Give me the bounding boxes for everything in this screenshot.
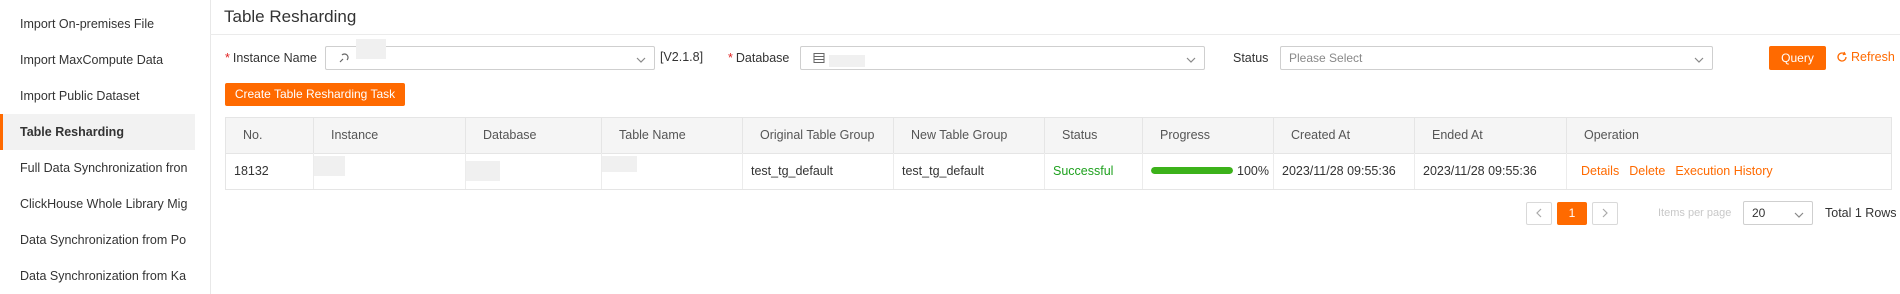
status-label: Status	[1233, 51, 1269, 65]
sidebar-item-full-data-synchronization[interactable]: Full Data Synchronization fron	[0, 150, 195, 186]
chevron-down-icon	[636, 53, 646, 63]
database-label-text: Database	[735, 51, 790, 65]
sidebar-item-data-sync-from-ka[interactable]: Data Synchronization from Ka	[0, 258, 195, 294]
cell-database	[466, 153, 602, 189]
required-mark: *	[225, 51, 230, 65]
cell-original-table-group: test_tg_default	[743, 153, 894, 189]
next-page-button[interactable]	[1592, 202, 1618, 225]
sidebar-item-clickhouse-migration[interactable]: ClickHouse Whole Library Mig	[0, 186, 195, 222]
refresh-button[interactable]: Refresh	[1836, 50, 1895, 64]
column-header-ended-at: Ended At	[1415, 118, 1567, 153]
progress-label: 100%	[1237, 164, 1269, 178]
previous-page-button[interactable]	[1526, 202, 1552, 225]
sidebar-item-table-resharding[interactable]: Table Resharding	[0, 114, 195, 150]
instance-name-select[interactable]	[325, 39, 655, 70]
details-link[interactable]: Details	[1581, 164, 1619, 178]
column-header-operation: Operation	[1584, 128, 1639, 142]
total-rows: Total 1 Rows	[1825, 206, 1897, 220]
instance-name-label-text: Instance Name	[232, 51, 317, 65]
chevron-left-icon	[1536, 208, 1542, 218]
chevron-down-icon	[1694, 53, 1704, 63]
column-header-status: Status	[1045, 118, 1143, 153]
refresh-label: Refresh	[1851, 50, 1895, 64]
column-header-original-table-group: Original Table Group	[743, 118, 894, 153]
chevron-down-icon	[1186, 53, 1196, 63]
column-header-new-table-group: New Table Group	[894, 118, 1045, 153]
instance-name-value-redacted	[356, 39, 386, 59]
cell-new-table-group: test_tg_default	[894, 153, 1045, 189]
cell-progress: 100%	[1143, 153, 1274, 189]
chevron-down-icon	[1794, 208, 1804, 223]
create-table-resharding-task-button[interactable]: Create Table Resharding Task	[225, 83, 405, 106]
status-placeholder: Please Select	[1289, 51, 1363, 65]
cell-table-name	[602, 153, 743, 189]
column-header-progress: Progress	[1143, 118, 1274, 153]
table-header: No. Instance Database Table Name Origina…	[226, 118, 1891, 154]
cell-operation: Details Delete Execution History	[1567, 153, 1891, 189]
column-header-table-name: Table Name	[602, 118, 743, 153]
cell-status: Successful	[1045, 153, 1143, 189]
chevron-right-icon	[1602, 208, 1608, 218]
items-per-page-label: Items per page	[1658, 207, 1732, 219]
sidebar-item-import-maxcompute-data[interactable]: Import MaxCompute Data	[0, 42, 195, 78]
database-value-redacted	[466, 161, 500, 181]
progress-bar	[1151, 167, 1233, 174]
instance-value-redacted	[314, 156, 345, 176]
title-divider	[210, 34, 1900, 35]
database-select[interactable]	[800, 46, 1205, 70]
page-size-value: 20	[1752, 206, 1766, 220]
sidebar-item-data-sync-from-po[interactable]: Data Synchronization from Po	[0, 222, 195, 258]
cell-ended-at: 2023/11/28 09:55:36	[1415, 153, 1567, 189]
database-icon	[813, 52, 825, 64]
instance-version: [V2.1.8]	[660, 50, 704, 64]
progress-bar-fill	[1151, 167, 1233, 174]
refresh-icon	[1837, 51, 1847, 62]
cell-instance	[314, 153, 466, 189]
sidebar-item-import-on-premises-file[interactable]: Import On-premises File	[0, 6, 195, 42]
query-button[interactable]: Query	[1769, 46, 1826, 70]
execution-history-link[interactable]: Execution History	[1675, 164, 1772, 178]
database-label: * Database	[728, 51, 789, 65]
page-title: Table Resharding	[224, 7, 357, 26]
table-name-value-redacted	[602, 156, 637, 172]
sidebar-item-import-public-dataset[interactable]: Import Public Dataset	[0, 78, 195, 114]
column-header-no: No.	[226, 118, 314, 153]
sidebar: Import On-premises File Import MaxComput…	[0, 0, 211, 294]
instance-name-label: * Instance Name	[225, 51, 317, 65]
instance-icon	[338, 52, 350, 64]
required-mark: *	[728, 51, 733, 65]
column-header-instance: Instance	[314, 118, 466, 153]
resharding-task-table: No. Instance Database Table Name Origina…	[225, 117, 1892, 190]
cell-no: 18132	[226, 153, 314, 189]
status-select[interactable]: Please Select	[1280, 46, 1713, 70]
column-header-created-at: Created At	[1274, 118, 1415, 153]
cell-created-at: 2023/11/28 09:55:36	[1274, 153, 1415, 189]
column-header-database: Database	[466, 118, 602, 153]
page-size-select[interactable]: 20	[1743, 201, 1813, 225]
database-value-redacted	[829, 55, 865, 67]
page-1-button[interactable]: 1	[1557, 202, 1587, 225]
delete-link[interactable]: Delete	[1629, 164, 1665, 178]
